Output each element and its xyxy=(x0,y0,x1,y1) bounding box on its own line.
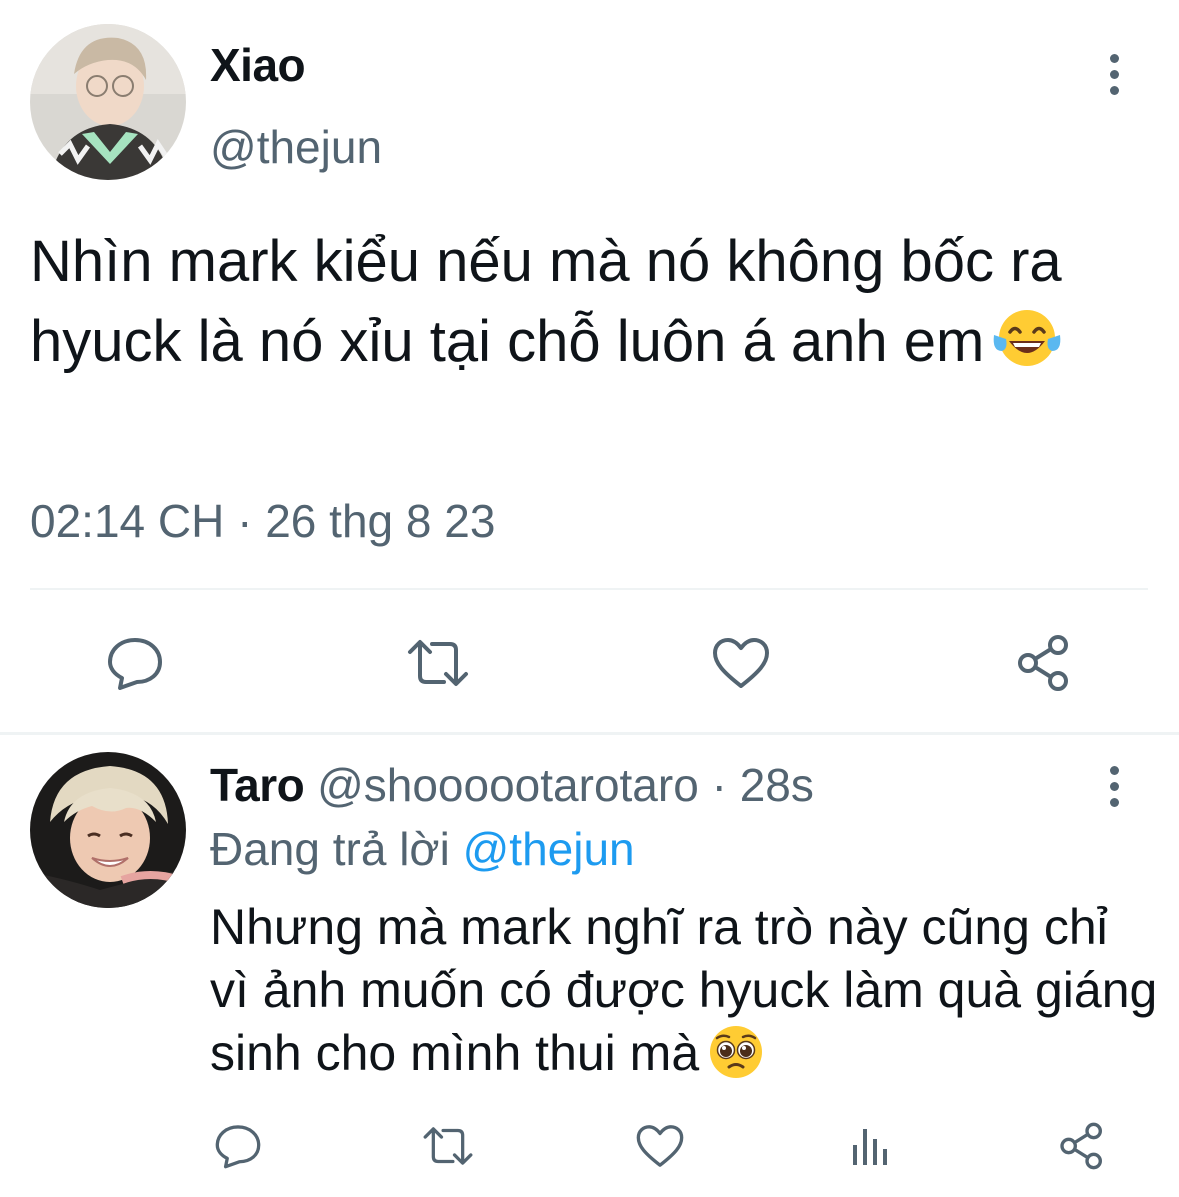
reply-header: Taro @shoooootarotaro · 28s xyxy=(210,758,814,812)
like-icon[interactable] xyxy=(632,1116,688,1176)
replying-to-label: Đang trả lời xyxy=(210,823,450,875)
avatar-image xyxy=(30,24,186,180)
author-name[interactable]: Xiao xyxy=(210,38,306,92)
divider xyxy=(30,588,1148,590)
more-options-icon[interactable] xyxy=(1094,44,1134,104)
share-icon[interactable] xyxy=(1052,1116,1112,1176)
thread-separator xyxy=(0,732,1179,735)
retweet-icon[interactable] xyxy=(402,628,474,698)
tweet-action-bar xyxy=(0,600,1179,720)
avatar-image xyxy=(30,752,186,908)
tweet-timestamp: 02:14 CH · 26 thg 8 23 xyxy=(30,495,496,547)
like-icon[interactable] xyxy=(706,628,776,698)
tweet-detail-screen: Xiao @thejun Nhìn mark kiểu nếu mà nó kh… xyxy=(0,0,1179,1197)
reply-author-name[interactable]: Taro xyxy=(210,759,305,811)
author-handle[interactable]: @thejun xyxy=(210,120,382,174)
tweet-text: Nhìn mark kiểu nếu mà nó không bốc ra hy… xyxy=(30,222,1160,390)
replying-to-mention[interactable]: @thejun xyxy=(463,823,635,875)
reply-action-bar xyxy=(0,1106,1179,1186)
reply-icon[interactable] xyxy=(210,1116,266,1176)
tweet-text-body: Nhìn mark kiểu nếu mà nó không bốc ra hy… xyxy=(30,229,1078,374)
reply-author-handle[interactable]: @shoooootarotaro xyxy=(317,759,699,811)
analytics-icon[interactable] xyxy=(842,1116,898,1176)
author-avatar[interactable] xyxy=(30,24,186,180)
header-separator: · xyxy=(711,759,727,811)
reply-text-body: Nhưng mà mark nghĩ ra trò này cũng chỉ v… xyxy=(210,899,1172,1081)
retweet-icon[interactable] xyxy=(418,1116,478,1176)
main-tweet: Xiao @thejun Nhìn mark kiểu nếu mà nó kh… xyxy=(0,0,1179,732)
reply-author-avatar[interactable] xyxy=(30,752,186,908)
reply-timestamp[interactable]: 28s xyxy=(740,759,814,811)
reply-text: Nhưng mà mark nghĩ ra trò này cũng chỉ v… xyxy=(210,896,1160,1095)
reply-icon[interactable] xyxy=(100,628,170,698)
replying-to-line: Đang trả lời @thejun xyxy=(210,822,635,876)
pleading-face-icon xyxy=(705,1022,767,1095)
more-options-icon[interactable] xyxy=(1094,756,1134,816)
face-with-tears-of-joy-icon xyxy=(990,305,1064,390)
share-icon[interactable] xyxy=(1008,628,1080,698)
